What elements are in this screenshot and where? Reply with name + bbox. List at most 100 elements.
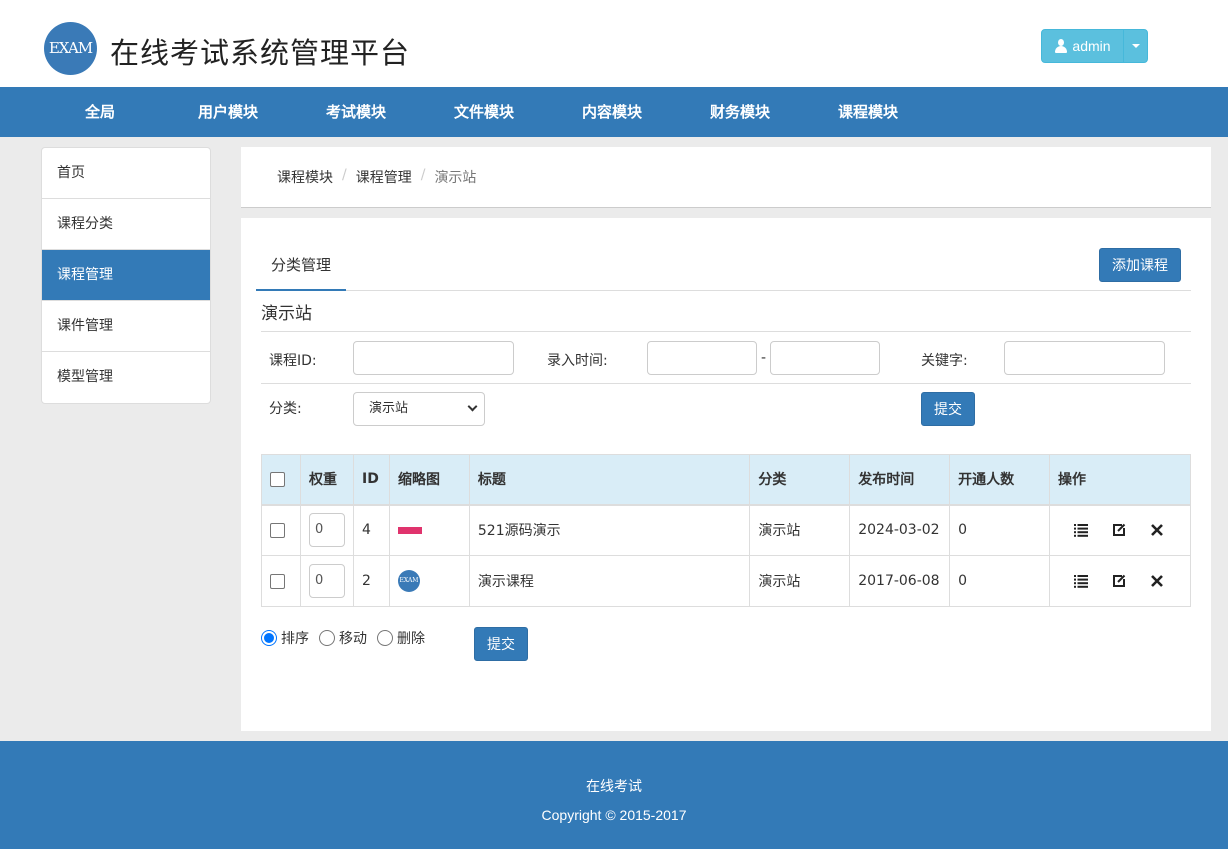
delete-icon[interactable] (1148, 572, 1166, 590)
sidebar-item-course-management[interactable]: 课程管理 (42, 250, 210, 301)
nav-content-module[interactable]: 内容模块 (548, 87, 676, 137)
caret-down-icon (1131, 44, 1140, 48)
thumbnail-image (397, 526, 422, 534)
publish-time-cell: 2017-06-08 (849, 555, 951, 607)
nav-exam-module[interactable]: 考试模块 (292, 87, 420, 137)
thumbnail-cell (388, 504, 470, 556)
search-form: 课程ID: 录入时间: - 关键字: 分类: 演示站 提交 (261, 331, 1191, 433)
table-header-row: 权重 ID 缩略图 标题 分类 发布时间 开通人数 操作 (261, 454, 1192, 506)
tab-category-management[interactable]: 分类管理 (256, 248, 346, 291)
keyword-input[interactable] (1004, 341, 1165, 375)
course-id-input[interactable] (353, 341, 514, 375)
id-cell: 2 (352, 555, 390, 607)
delete-icon[interactable] (1148, 521, 1166, 539)
radio-button[interactable] (377, 630, 393, 646)
section-title: 演示站 (261, 304, 312, 324)
col-weight: 权重 (299, 454, 354, 506)
sidebar-item-courseware[interactable]: 课件管理 (42, 301, 210, 352)
course-table: 权重 ID 缩略图 标题 分类 发布时间 开通人数 操作 0 4 521源码演示… (261, 454, 1192, 607)
tab-bar: 分类管理 (256, 248, 1191, 291)
radio-move[interactable]: 移动 (319, 628, 367, 648)
exam-logo[interactable]: EXAM (44, 22, 97, 75)
category-label: 分类: (269, 401, 302, 417)
sidebar-item-model[interactable]: 模型管理 (42, 352, 210, 403)
col-title: 标题 (468, 454, 751, 506)
enrolled-cell: 0 (949, 504, 1050, 556)
breadcrumb-current: 演示站 (434, 170, 477, 186)
category-select-value: 演示站 (369, 401, 409, 416)
nav-user-module[interactable]: 用户模块 (164, 87, 292, 137)
keyword-label: 关键字: (921, 353, 968, 369)
main-panel: 分类管理 添加课程 演示站 课程ID: 录入时间: - 关键字: 分类: 演示站… (241, 218, 1211, 731)
actions-cell (1048, 555, 1192, 607)
course-id-label: 课程ID: (269, 353, 317, 369)
publish-time-cell: 2024-03-02 (849, 504, 951, 556)
user-menu-button[interactable]: admin (1041, 29, 1148, 63)
user-dropdown-toggle[interactable] (1124, 30, 1147, 62)
batch-submit-button[interactable]: 提交 (474, 627, 528, 661)
nav-file-module[interactable]: 文件模块 (420, 87, 548, 137)
weight-input[interactable]: 0 (308, 564, 345, 598)
row-select-cell (261, 555, 301, 607)
radio-delete[interactable]: 删除 (377, 628, 425, 648)
list-icon[interactable] (1072, 521, 1090, 539)
main-navbar: 全局 用户模块 考试模块 文件模块 内容模块 财务模块 课程模块 (0, 87, 1228, 137)
radio-label: 删除 (397, 631, 425, 647)
breadcrumb-item[interactable]: 课程模块 (277, 167, 333, 187)
radio-button[interactable] (319, 630, 335, 646)
actions-cell (1048, 504, 1192, 556)
search-row-2: 分类: 演示站 提交 (261, 383, 1191, 426)
thumbnail-cell: EXAM (388, 555, 470, 607)
nav-course-module[interactable]: 课程模块 (804, 87, 932, 137)
user-button-main[interactable]: admin (1042, 30, 1124, 62)
enrolled-cell: 0 (949, 555, 1050, 607)
chevron-down-icon (467, 401, 478, 412)
user-icon (1054, 39, 1068, 53)
breadcrumb-panel: 课程模块 / 课程管理 / 演示站 (241, 147, 1211, 208)
weight-cell: 0 (299, 555, 354, 607)
col-category: 分类 (749, 454, 851, 506)
radio-button[interactable] (261, 630, 277, 646)
thumbnail-image: EXAM (397, 570, 420, 592)
time-from-input[interactable] (647, 341, 757, 375)
col-thumbnail: 缩略图 (388, 454, 470, 506)
title-cell: 521源码演示 (468, 504, 751, 556)
sidebar-item-home[interactable]: 首页 (42, 148, 210, 199)
title-cell: 演示课程 (468, 555, 751, 607)
row-select-cell (261, 504, 301, 556)
edit-icon[interactable] (1110, 521, 1128, 539)
table-row: 0 4 521源码演示 演示站 2024-03-02 0 (261, 504, 1192, 556)
select-all-cell (261, 454, 301, 506)
footer: 在线考试 Copyright © 2015-2017 (0, 741, 1228, 849)
range-separator: - (761, 350, 767, 366)
category-cell: 演示站 (749, 555, 851, 607)
breadcrumb-separator: / (342, 167, 347, 183)
search-submit-button[interactable]: 提交 (921, 392, 975, 426)
breadcrumb-separator: / (420, 167, 426, 183)
weight-input[interactable]: 0 (308, 513, 345, 548)
category-select[interactable]: 演示站 (353, 392, 485, 426)
weight-cell: 0 (299, 504, 354, 556)
site-title: 在线考试系统管理平台 (110, 36, 411, 70)
radio-label: 排序 (281, 631, 309, 647)
nav-global[interactable]: 全局 (36, 87, 164, 137)
col-publish-time: 发布时间 (849, 454, 951, 506)
entry-time-label: 录入时间: (547, 353, 608, 369)
nav-finance-module[interactable]: 财务模块 (676, 87, 804, 137)
batch-action-options: 排序 移动 删除 (261, 628, 435, 648)
id-cell: 4 (352, 504, 390, 556)
col-enrolled: 开通人数 (949, 454, 1050, 506)
user-label: admin (1072, 38, 1111, 54)
add-course-button[interactable]: 添加课程 (1099, 248, 1181, 282)
breadcrumb-item[interactable]: 课程管理 (356, 167, 412, 187)
sidebar-item-course-category[interactable]: 课程分类 (42, 199, 210, 250)
time-to-input[interactable] (770, 341, 880, 375)
category-cell: 演示站 (749, 504, 851, 556)
list-icon[interactable] (1072, 572, 1090, 590)
row-checkbox[interactable] (270, 573, 285, 589)
select-all-checkbox[interactable] (270, 471, 285, 487)
row-checkbox[interactable] (270, 522, 285, 538)
sidebar: 首页 课程分类 课程管理 课件管理 模型管理 (41, 147, 211, 404)
edit-icon[interactable] (1110, 572, 1128, 590)
radio-sort[interactable]: 排序 (261, 628, 309, 648)
